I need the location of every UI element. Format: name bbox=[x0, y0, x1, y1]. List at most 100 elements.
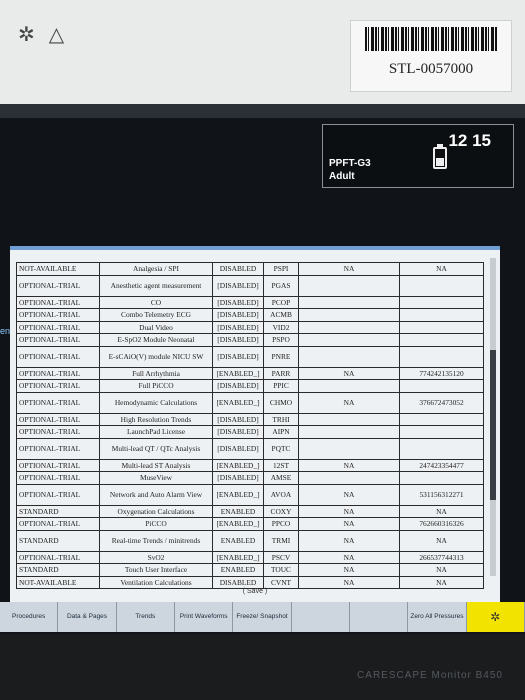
table-cell-extra bbox=[399, 320, 484, 334]
table-cell-value bbox=[298, 345, 400, 368]
table-cell-value: NA bbox=[298, 483, 400, 506]
table-cell-extra bbox=[399, 333, 484, 347]
table-cell-extra: 774242135120 bbox=[399, 366, 484, 380]
profile-text: PPFT-G3 Adult bbox=[329, 157, 371, 183]
table-cell-status: STANDARD bbox=[16, 504, 100, 518]
table-cell-extra bbox=[399, 425, 484, 439]
table-cell-value: NA bbox=[298, 575, 400, 589]
table-cell-extra: NA bbox=[399, 529, 484, 552]
table-cell-status: OPTIONAL-TRIAL bbox=[16, 458, 100, 472]
table-cell-code: AMSE bbox=[263, 471, 299, 485]
save-button[interactable]: ( Save ) bbox=[10, 588, 500, 595]
table-cell-status: OPTIONAL-TRIAL bbox=[16, 295, 100, 309]
table-cell-state: [DISABLED] bbox=[212, 412, 264, 426]
patient-profile-box[interactable]: 12 15 PPFT-G3 Adult bbox=[322, 124, 514, 188]
table-row: OPTIONAL-TRIAL Full PiCCO [DISABLED] PPIC bbox=[16, 379, 484, 393]
table-cell-value bbox=[298, 437, 400, 460]
table-cell-feature: Touch User Interface bbox=[99, 563, 213, 577]
table-cell-extra: 376672473052 bbox=[399, 391, 484, 414]
patient-category: Adult bbox=[329, 171, 355, 182]
table-cell-state: ENABLED bbox=[212, 504, 264, 518]
table-cell-status: NOT-AVAILABLE bbox=[16, 262, 100, 276]
table-cell-value bbox=[298, 425, 400, 439]
table-cell-status: OPTIONAL-TRIAL bbox=[16, 379, 100, 393]
table-cell-value: NA bbox=[298, 550, 400, 564]
table-cell-feature: Real-time Trends / minitrends bbox=[99, 529, 213, 552]
table-row: OPTIONAL-TRIAL MuseView [DISABLED] AMSE bbox=[16, 471, 484, 485]
table-cell-code: PGAS bbox=[263, 274, 299, 297]
table-cell-code: ACMB bbox=[263, 308, 299, 322]
table-cell-status: OPTIONAL-TRIAL bbox=[16, 320, 100, 334]
table-row: OPTIONAL-TRIAL CO [DISABLED] PCOP bbox=[16, 295, 484, 309]
table-cell-feature: Hemodynamic Calculations bbox=[99, 391, 213, 414]
table-cell-feature: Multi-lead ST Analysis bbox=[99, 458, 213, 472]
table-cell-status: OPTIONAL-TRIAL bbox=[16, 437, 100, 460]
table-cell-state: [DISABLED] bbox=[212, 471, 264, 485]
softkey-data-pages[interactable]: Data & Pages bbox=[58, 602, 117, 632]
table-cell-status: STANDARD bbox=[16, 529, 100, 552]
table-cell-feature: Oxygenation Calculations bbox=[99, 504, 213, 518]
profile-name: PPFT-G3 bbox=[329, 158, 371, 169]
table-cell-state: [DISABLED] bbox=[212, 333, 264, 347]
table-cell-feature: Dual Video bbox=[99, 320, 213, 334]
table-row: OPTIONAL-TRIAL Network and Auto Alarm Vie… bbox=[16, 483, 484, 506]
softkey-blank-2[interactable] bbox=[350, 602, 409, 632]
table-cell-code: AIPN bbox=[263, 425, 299, 439]
table-cell-code: CHMO bbox=[263, 391, 299, 414]
table-cell-feature: MuseView bbox=[99, 471, 213, 485]
table-cell-status: OPTIONAL-TRIAL bbox=[16, 550, 100, 564]
table-cell-code: VID2 bbox=[263, 320, 299, 334]
alarm-off-icon: ✲ bbox=[18, 24, 35, 46]
warning-icon: △ bbox=[48, 24, 65, 46]
table-cell-code: TRHI bbox=[263, 412, 299, 426]
alarm-silence-button[interactable]: ✲ bbox=[466, 602, 525, 632]
asset-label: STL-0057000 bbox=[350, 20, 512, 92]
table-cell-feature: Full PiCCO bbox=[99, 379, 213, 393]
table-cell-state: [DISABLED] bbox=[212, 274, 264, 297]
table-cell-status: OPTIONAL-TRIAL bbox=[16, 471, 100, 485]
table-row: OPTIONAL-TRIAL Hemodynamic Calculations [E… bbox=[16, 391, 484, 414]
table-cell-value bbox=[298, 320, 400, 334]
table-cell-extra bbox=[399, 308, 484, 322]
table-row: OPTIONAL-TRIAL Multi-lead ST Analysis [ENA… bbox=[16, 458, 484, 472]
table-cell-extra: 531156312271 bbox=[399, 483, 484, 506]
table-row: OPTIONAL-TRIAL Combo Telemetry ECG [DISABL… bbox=[16, 308, 484, 322]
softkey-procedures[interactable]: Procedures bbox=[0, 602, 59, 632]
top-status-strip bbox=[0, 104, 525, 118]
table-cell-status: OPTIONAL-TRIAL bbox=[16, 345, 100, 368]
table-cell-state: [DISABLED] bbox=[212, 308, 264, 322]
table-cell-extra bbox=[399, 274, 484, 297]
table-cell-code: PQTC bbox=[263, 437, 299, 460]
table-cell-value: NA bbox=[298, 563, 400, 577]
table-cell-code: TRMI bbox=[263, 529, 299, 552]
table-cell-code: CVNT bbox=[263, 575, 299, 589]
softkey-zero-all-pressures[interactable]: Zero All Pressures bbox=[408, 602, 467, 632]
device-bezel-bottom: CARESCAPE Monitor B450 bbox=[0, 634, 525, 700]
table-cell-extra bbox=[399, 437, 484, 460]
table-cell-feature: LaunchPad License bbox=[99, 425, 213, 439]
table-cell-state: [ENABLED_] bbox=[212, 550, 264, 564]
table-cell-state: ENABLED bbox=[212, 563, 264, 577]
table-cell-value: NA bbox=[298, 529, 400, 552]
license-table: NOT-AVAILABLE Analgesia / SPI DISABLED PSPI… bbox=[16, 262, 484, 589]
table-cell-feature: Anesthetic agent measurement bbox=[99, 274, 213, 297]
table-row: NOT-AVAILABLE Analgesia / SPI DISABLED PSPI… bbox=[16, 262, 484, 276]
softkey-bar: Procedures Data & Pages Trends Print Wav… bbox=[0, 602, 525, 632]
softkey-print-waveforms[interactable]: Print Waveforms bbox=[175, 602, 234, 632]
softkey-freeze-snapshot[interactable]: Freeze/ Snapshot bbox=[233, 602, 292, 632]
table-cell-status: OPTIONAL-TRIAL bbox=[16, 483, 100, 506]
softkey-trends[interactable]: Trends bbox=[117, 602, 175, 632]
scrollbar[interactable] bbox=[490, 258, 496, 576]
scrollbar-thumb[interactable] bbox=[490, 350, 496, 500]
table-cell-status: OPTIONAL-TRIAL bbox=[16, 391, 100, 414]
table-row: OPTIONAL-TRIAL LaunchPad License [DISABLED… bbox=[16, 425, 484, 439]
table-cell-code: PSCV bbox=[263, 550, 299, 564]
table-cell-feature: High Resolution Trends bbox=[99, 412, 213, 426]
table-cell-value: NA bbox=[298, 458, 400, 472]
table-cell-status: OPTIONAL-TRIAL bbox=[16, 412, 100, 426]
table-cell-feature: Analgesia / SPI bbox=[99, 262, 213, 276]
table-cell-state: [DISABLED] bbox=[212, 425, 264, 439]
softkey-blank-1[interactable] bbox=[292, 602, 350, 632]
table-cell-status: OPTIONAL-TRIAL bbox=[16, 274, 100, 297]
table-cell-feature: Combo Telemetry ECG bbox=[99, 308, 213, 322]
